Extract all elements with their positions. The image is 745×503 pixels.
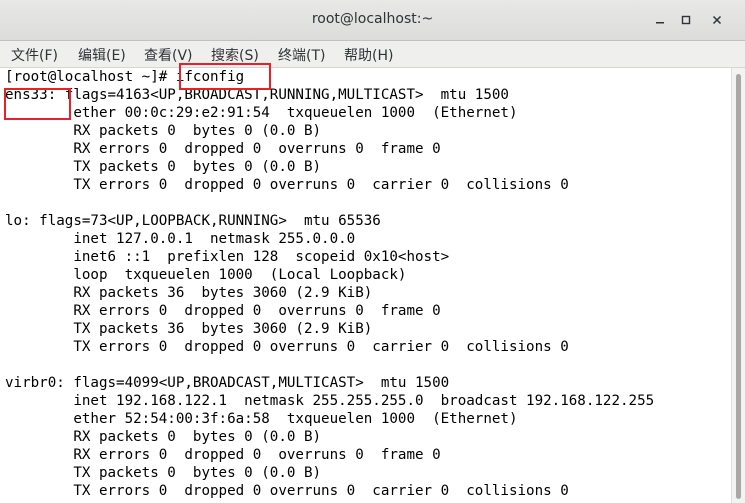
terminal-line: RX packets 0 bytes 0 (0.0 B)	[5, 429, 322, 445]
terminal-line: loop txqueuelen 1000 (Local Loopback)	[5, 267, 407, 283]
terminal-line: TX errors 0 dropped 0 overruns 0 carrier…	[5, 177, 569, 193]
window-title: root@localhost:~	[311, 11, 434, 27]
menu-view[interactable]: 查看(V)	[144, 45, 193, 65]
terminal-output[interactable]: [root@localhost ~]# ifconfig ens33: flag…	[0, 68, 731, 503]
close-icon	[712, 15, 722, 25]
terminal-line: TX packets 36 bytes 3060 (2.9 KiB)	[5, 321, 373, 337]
menubar: 文件(F) 编辑(E) 查看(V) 搜索(S) 终端(T) 帮助(H)	[0, 41, 745, 68]
close-button[interactable]	[707, 10, 727, 30]
terminal-line: RX errors 0 dropped 0 overruns 0 frame 0	[5, 303, 441, 319]
terminal-line: RX errors 0 dropped 0 overruns 0 frame 0	[5, 447, 441, 463]
terminal-line: ether 52:54:00:3f:6a:58 txqueuelen 1000 …	[5, 411, 518, 427]
terminal-line: TX errors 0 dropped 0 overruns 0 carrier…	[5, 483, 569, 499]
terminal-line: lo: flags=73<UP,LOOPBACK,RUNNING> mtu 65…	[5, 213, 381, 229]
menu-terminal[interactable]: 终端(T)	[278, 45, 325, 65]
menu-file[interactable]: 文件(F)	[11, 45, 58, 65]
terminal-line: TX packets 0 bytes 0 (0.0 B)	[5, 159, 322, 175]
terminal-line: RX packets 36 bytes 3060 (2.9 KiB)	[5, 285, 373, 301]
maximize-icon	[681, 15, 691, 25]
menu-edit[interactable]: 编辑(E)	[78, 45, 126, 65]
minimize-icon	[656, 22, 664, 24]
terminal-line: virbr0: flags=4099<UP,BROADCAST,MULTICAS…	[5, 375, 450, 391]
terminal-line: TX packets 0 bytes 0 (0.0 B)	[5, 465, 322, 481]
scrollbar-thumb[interactable]	[736, 74, 741, 499]
terminal-line: [root@localhost ~]# ifconfig	[5, 69, 245, 85]
terminal-scrollbar[interactable]	[731, 68, 745, 503]
terminal-line: inet 192.168.122.1 netmask 255.255.255.0…	[5, 393, 655, 409]
menu-search[interactable]: 搜索(S)	[211, 45, 259, 65]
terminal-line: inet 127.0.0.1 netmask 255.0.0.0	[5, 231, 356, 247]
terminal-line: ens33: flags=4163<UP,BROADCAST,RUNNING,M…	[5, 87, 509, 103]
window-titlebar[interactable]: root@localhost:~	[0, 0, 745, 41]
terminal-line: ether 00:0c:29:e2:91:54 txqueuelen 1000 …	[5, 105, 518, 121]
terminal-line: RX errors 0 dropped 0 overruns 0 frame 0	[5, 141, 441, 157]
terminal-line: inet6 ::1 prefixlen 128 scopeid 0x10<hos…	[5, 249, 450, 265]
minimize-button[interactable]	[650, 10, 670, 30]
terminal-line: TX errors 0 dropped 0 overruns 0 carrier…	[5, 339, 569, 355]
terminal-line: RX packets 0 bytes 0 (0.0 B)	[5, 123, 322, 139]
menu-help[interactable]: 帮助(H)	[344, 45, 393, 65]
maximize-button[interactable]	[676, 10, 696, 30]
